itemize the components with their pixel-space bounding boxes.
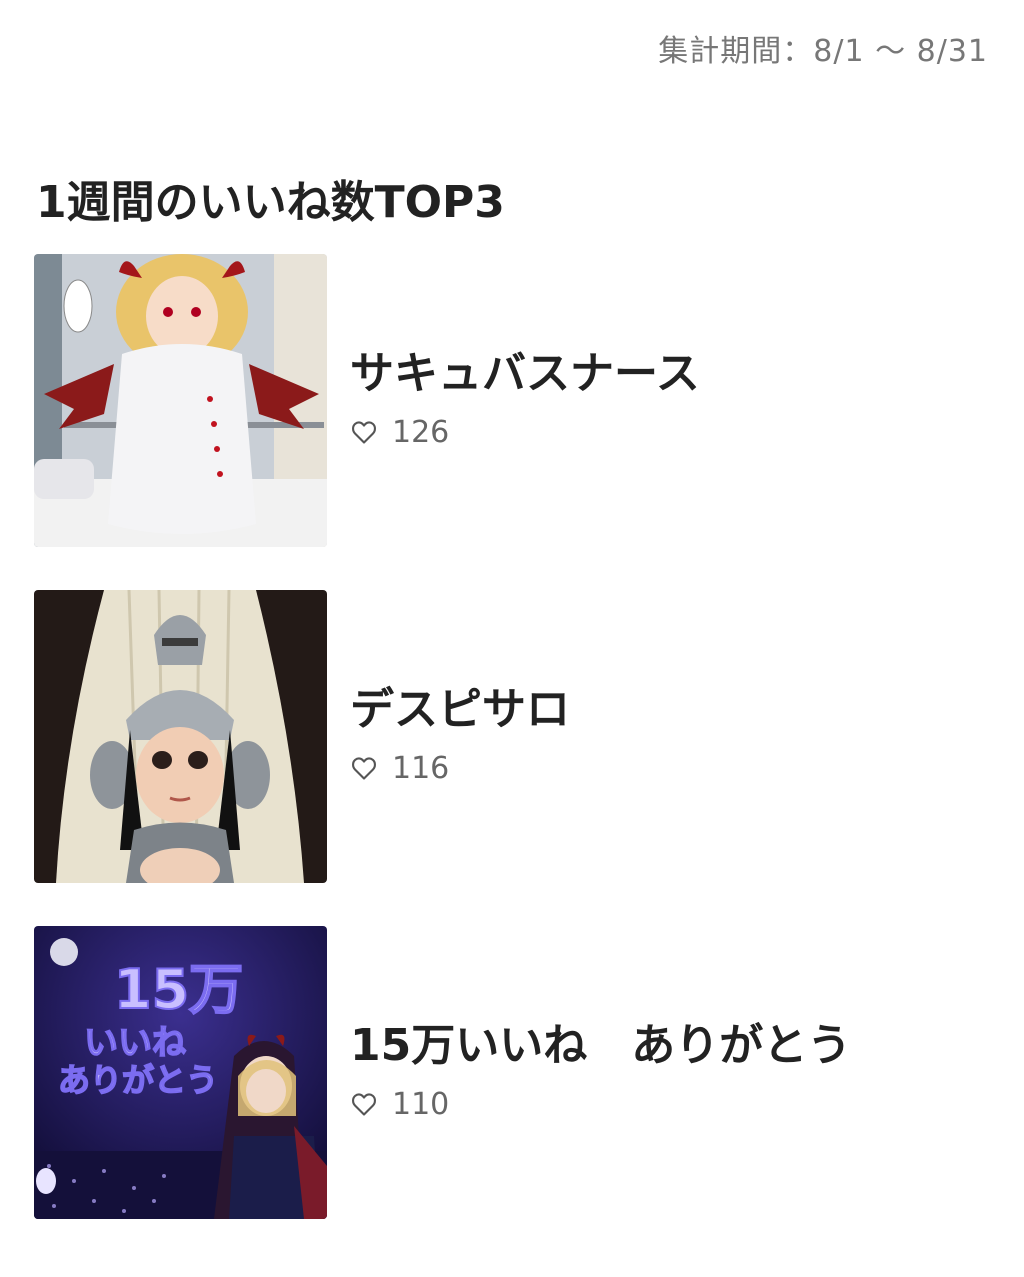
ranking-item-title[interactable]: 15万いいね ありがとう <box>350 1020 851 1073</box>
ranking-item-3[interactable]: 15万 いいね ありがとう 15万いいね ありがとう 110 <box>34 926 994 1219</box>
succubus-nurse-illustration <box>34 254 327 547</box>
thumbnail-armored-knight[interactable] <box>34 590 327 883</box>
armored-knight-illustration <box>34 590 327 883</box>
ranking-item-info: サキュバスナース 126 <box>350 348 700 450</box>
like-count: 116 <box>392 750 450 786</box>
ranking-item-2[interactable]: デスピサロ 116 <box>34 590 994 883</box>
section-title: 1週間のいいね数TOP3 <box>36 177 505 228</box>
ranking-list: サキュバスナース 126 デスピサロ 116 15万 いいね ありがとう 15万… <box>34 254 994 1262</box>
night-sky-thanks-illustration: 15万 いいね ありがとう <box>34 926 327 1219</box>
ranking-item-title[interactable]: デスピサロ <box>350 684 570 737</box>
heart-icon[interactable] <box>350 1090 378 1118</box>
thanks-text-line3: ありがとう <box>58 1061 218 1099</box>
ranking-item-info: 15万いいね ありがとう 110 <box>350 1020 851 1122</box>
thanks-text-line1: 15万 <box>114 958 243 1021</box>
like-count-row: 126 <box>350 415 700 450</box>
like-count: 110 <box>392 1086 450 1122</box>
thumbnail-succubus-nurse[interactable] <box>34 254 327 547</box>
heart-icon[interactable] <box>350 418 378 446</box>
heart-icon[interactable] <box>350 754 378 782</box>
like-count-row: 110 <box>350 1087 851 1122</box>
like-count: 126 <box>392 414 450 450</box>
thanks-text-line2: いいね <box>84 1023 186 1063</box>
ranking-item-title[interactable]: サキュバスナース <box>350 348 700 401</box>
ranking-item-1[interactable]: サキュバスナース 126 <box>34 254 994 547</box>
ranking-item-info: デスピサロ 116 <box>350 684 570 786</box>
like-count-row: 116 <box>350 751 570 786</box>
thumbnail-night-sky-thanks[interactable]: 15万 いいね ありがとう <box>34 926 327 1219</box>
aggregation-period: 集計期間：8/1 〜 8/31 <box>658 34 988 69</box>
